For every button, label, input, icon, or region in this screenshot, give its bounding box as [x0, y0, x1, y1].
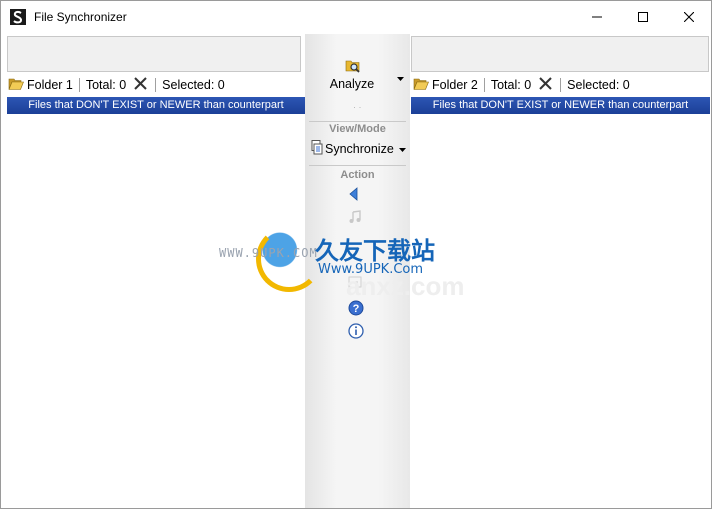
music-note-icon[interactable]	[348, 210, 362, 227]
chevron-down-icon	[398, 142, 406, 156]
watermark-url: Www.9UPK.Com	[318, 262, 424, 277]
help-icon[interactable]: ?	[348, 300, 364, 319]
analyze-icon	[345, 58, 361, 77]
separator-dots: · ·	[353, 102, 362, 112]
maximize-button[interactable]	[620, 1, 666, 33]
right-filter-bar[interactable]: Files that DON'T EXIST or NEWER than cou…	[411, 97, 710, 114]
toolbar-divider	[483, 78, 485, 92]
copy-left-arrow-icon[interactable]	[348, 187, 360, 204]
folder2-button[interactable]: Folder 2	[432, 78, 478, 92]
maximize-icon	[638, 12, 648, 22]
folder2-path-field[interactable]	[411, 36, 709, 72]
left-selected-count: Selected: 0	[162, 78, 225, 92]
open-folder-icon[interactable]	[413, 77, 429, 94]
left-pane-toolbar: Folder 1 Total: 0 Selected: 0	[5, 74, 305, 96]
left-filter-bar[interactable]: Files that DON'T EXIST or NEWER than cou…	[7, 97, 305, 114]
sync-mode-label: Synchronize	[325, 142, 394, 156]
open-folder-icon[interactable]	[8, 77, 24, 94]
sync-mode-icon	[311, 140, 323, 158]
close-icon	[684, 12, 694, 22]
analyze-button[interactable]: Analyze	[305, 54, 410, 98]
minimize-button[interactable]	[574, 1, 620, 33]
svg-text:?: ?	[353, 303, 360, 315]
right-total-count: Total: 0	[490, 78, 532, 92]
right-pane-toolbar: Folder 2 Total: 0 Selected: 0	[410, 74, 710, 96]
title-bar[interactable]: File Synchronizer	[1, 1, 711, 33]
toolbar-divider	[78, 78, 80, 92]
view-mode-heading: View/Mode	[329, 123, 386, 135]
analyze-dropdown-arrow-icon[interactable]	[397, 71, 404, 85]
section-divider	[309, 121, 406, 122]
folder1-button[interactable]: Folder 1	[27, 78, 73, 92]
folder1-path-field[interactable]	[7, 36, 301, 72]
left-total-count: Total: 0	[85, 78, 127, 92]
analyze-label: Analyze	[329, 77, 375, 91]
watermark-url-left: WWW.9UPK.COM	[219, 246, 318, 260]
watermark-title: 久友下载站	[315, 237, 435, 265]
minimize-icon	[592, 16, 602, 18]
app-window: File Synchronizer Folder 1 Total: 0 Sele…	[0, 0, 712, 509]
clear-x-icon[interactable]	[134, 77, 147, 93]
clear-x-icon[interactable]	[539, 77, 552, 93]
app-logo-icon	[10, 9, 26, 25]
info-icon[interactable]	[348, 323, 364, 342]
action-heading: Action	[340, 169, 375, 181]
toolbar-divider	[560, 78, 562, 92]
section-divider	[309, 165, 406, 166]
window-title: File Synchronizer	[34, 10, 127, 24]
toolbar-divider	[155, 78, 157, 92]
close-button[interactable]	[666, 1, 712, 33]
sync-mode-dropdown[interactable]: Synchronize	[307, 140, 407, 158]
right-selected-count: Selected: 0	[567, 78, 630, 92]
